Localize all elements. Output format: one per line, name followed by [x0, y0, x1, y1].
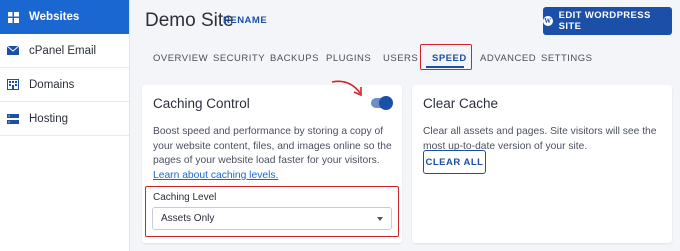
- tab-overview[interactable]: OVERVIEW: [153, 53, 208, 64]
- caching-toggle[interactable]: [371, 96, 393, 110]
- sidebar-item-cpanel-email[interactable]: cPanel Email: [0, 34, 129, 68]
- edit-button-label: EDIT WORDPRESS SITE: [558, 10, 651, 32]
- envelope-icon: [7, 45, 19, 57]
- arrow-annotation-icon: [331, 80, 362, 97]
- learn-caching-levels-link[interactable]: Learn about caching levels.: [153, 170, 278, 181]
- sidebar-item-label: Domains: [29, 78, 75, 91]
- chevron-down-icon: [377, 217, 383, 221]
- caching-level-select[interactable]: Assets Only: [152, 207, 392, 230]
- server-icon: [7, 113, 19, 125]
- caching-control-title: Caching Control: [153, 96, 250, 111]
- grid-icon: [7, 11, 19, 23]
- tab-backups[interactable]: BACKUPS: [270, 53, 319, 64]
- caching-control-description: Boost speed and performance by storing a…: [153, 126, 392, 181]
- clear-all-button[interactable]: CLEAR ALL: [423, 150, 486, 174]
- building-icon: [7, 79, 19, 91]
- caching-level-label: Caching Level: [153, 192, 217, 203]
- tab-highlight-box: [420, 44, 472, 70]
- sidebar-item-domains[interactable]: Domains: [0, 68, 129, 102]
- toggle-knob: [379, 96, 393, 110]
- sidebar: Websites cPanel Email Domains Hosting: [0, 0, 130, 251]
- clear-cache-title: Clear Cache: [423, 96, 499, 111]
- sidebar-item-label: Hosting: [29, 112, 68, 125]
- tab-settings[interactable]: SETTINGS: [541, 53, 593, 64]
- rename-button[interactable]: RENAME: [223, 15, 267, 26]
- tab-users[interactable]: USERS: [383, 53, 418, 64]
- sidebar-item-websites[interactable]: Websites: [0, 0, 129, 34]
- sidebar-item-hosting[interactable]: Hosting: [0, 102, 129, 136]
- tab-plugins[interactable]: PLUGINS: [326, 53, 371, 64]
- tab-advanced[interactable]: ADVANCED: [480, 53, 536, 64]
- wordpress-icon: W: [543, 16, 553, 26]
- page-title: Demo Site: [145, 10, 234, 31]
- tab-security[interactable]: SECURITY: [213, 53, 265, 64]
- edit-wordpress-site-button[interactable]: W EDIT WORDPRESS SITE: [543, 7, 672, 35]
- caching-level-value: Assets Only: [161, 213, 215, 224]
- sidebar-item-label: Websites: [29, 11, 80, 23]
- sidebar-item-label: cPanel Email: [29, 44, 97, 57]
